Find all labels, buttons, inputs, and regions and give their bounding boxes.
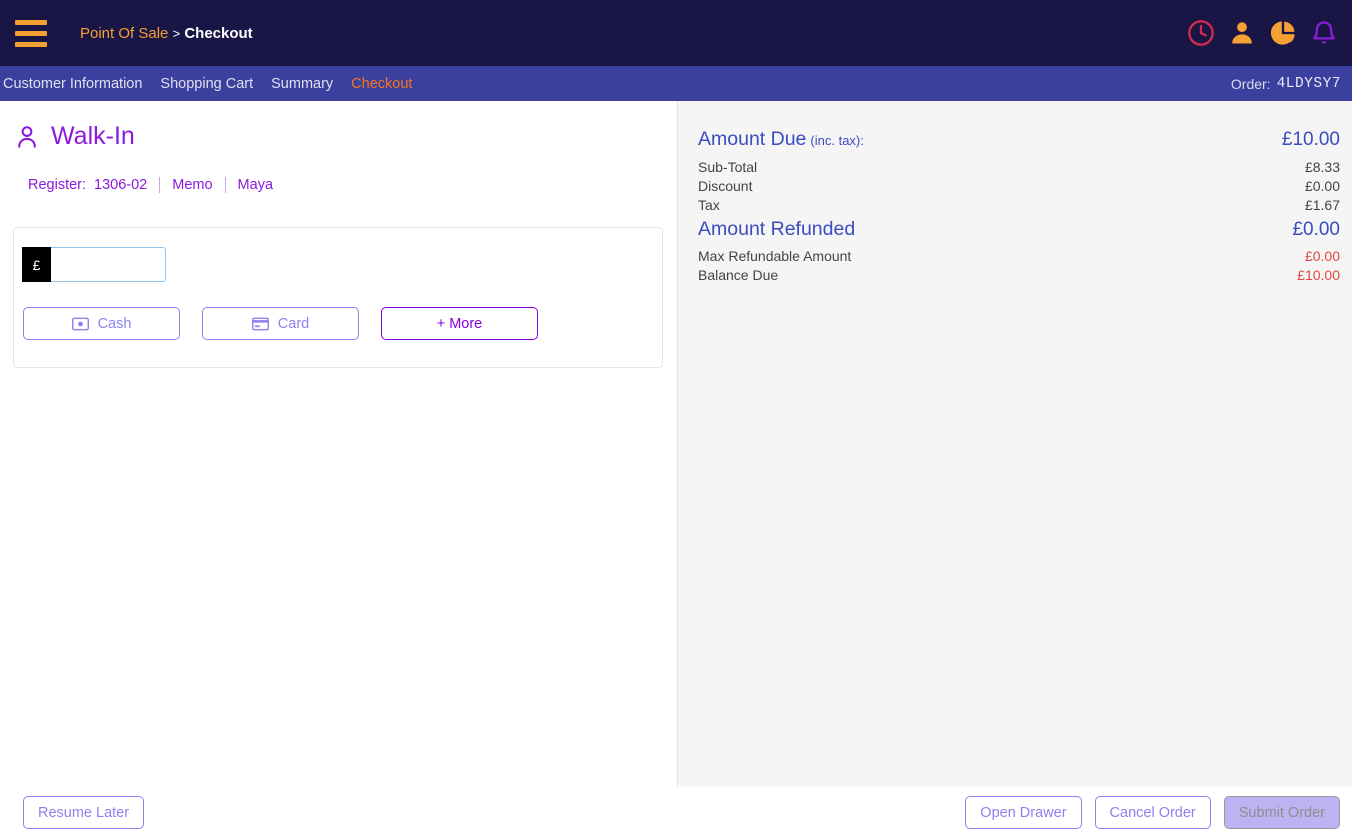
banknote-icon [71, 317, 89, 330]
discount-value: £0.00 [1304, 178, 1340, 194]
payment-method-buttons: Cash Card + More [23, 307, 538, 340]
clock-icon[interactable] [1187, 19, 1215, 47]
card-button-label: Card [277, 315, 310, 332]
hamburger-bar [15, 41, 47, 47]
breadcrumb: Point Of Sale > Checkout [80, 25, 253, 42]
payment-amount-input[interactable] [51, 247, 166, 282]
amount-input-group: £ [22, 247, 166, 282]
cash-payment-button[interactable]: Cash [23, 307, 180, 340]
top-bar: Point Of Sale > Checkout [0, 0, 1352, 66]
nav-shopping-cart[interactable]: Shopping Cart [160, 76, 253, 92]
nav-summary[interactable]: Summary [271, 76, 333, 92]
user-icon[interactable] [1228, 19, 1256, 47]
order-reference: Order: 4LDYSY7 [1231, 66, 1341, 101]
hamburger-icon[interactable] [15, 16, 47, 50]
payment-entry-card: £ Cash Card + More [13, 227, 663, 368]
cashier-link[interactable]: Maya [238, 177, 273, 193]
sub-total-row: Sub-Total £8.33 [698, 159, 1340, 175]
more-button-label: + More [436, 315, 483, 332]
cash-button-label: Cash [97, 315, 132, 332]
footer-left-actions: Resume Later [23, 796, 145, 829]
sub-total-value: £8.33 [1304, 159, 1340, 175]
hamburger-bar [15, 30, 47, 36]
pie-chart-icon[interactable] [1269, 19, 1297, 47]
credit-card-icon [251, 317, 269, 330]
balance-due-label: Balance Due [698, 267, 779, 283]
nav-checkout[interactable]: Checkout [351, 76, 412, 92]
max-refundable-row: Max Refundable Amount £0.00 [698, 248, 1340, 264]
breadcrumb-separator: > [172, 25, 181, 41]
balance-due-row: Balance Due £10.00 [698, 267, 1340, 283]
amount-due-note: (inc. tax): [810, 133, 864, 148]
footer-action-bar: Resume Later Open Drawer Cancel Order Su… [0, 787, 1352, 837]
tax-label: Tax [698, 197, 720, 213]
max-refundable-label: Max Refundable Amount [698, 248, 852, 264]
amount-due-label-group: Amount Due (inc. tax): [698, 128, 864, 151]
footer-right-actions: Open Drawer Cancel Order Submit Order [965, 796, 1340, 829]
cancel-order-button[interactable]: Cancel Order [1094, 796, 1211, 829]
amount-due-label: Amount Due [698, 128, 807, 150]
customer-header: Walk-In [14, 122, 135, 151]
divider [159, 177, 161, 193]
resume-later-button[interactable]: Resume Later [23, 796, 145, 829]
register-info: Register: 1306-02 Memo Maya [28, 177, 273, 193]
amount-due-row: Amount Due (inc. tax): £10.00 [698, 128, 1340, 151]
nav-customer-information[interactable]: Customer Information [3, 76, 142, 92]
bell-icon[interactable] [1310, 19, 1338, 47]
order-code: 4LDYSY7 [1276, 75, 1341, 92]
memo-link[interactable]: Memo [172, 177, 212, 193]
card-payment-button[interactable]: Card [202, 307, 359, 340]
more-payment-methods-button[interactable]: + More [381, 307, 538, 340]
currency-symbol: £ [22, 247, 51, 282]
top-bar-icons [1187, 0, 1338, 66]
tax-row: Tax £1.67 [698, 197, 1340, 213]
sub-total-label: Sub-Total [698, 159, 758, 175]
order-totals-panel: Amount Due (inc. tax): £10.00 Sub-Total £… [677, 101, 1352, 787]
discount-label: Discount [698, 178, 753, 194]
breadcrumb-current: Checkout [184, 24, 253, 42]
tax-value: £1.67 [1304, 197, 1340, 213]
checkout-step-nav: Customer Information Shopping Cart Summa… [0, 66, 1352, 101]
divider [224, 177, 226, 193]
customer-name: Walk-In [51, 122, 135, 150]
breadcrumb-root[interactable]: Point Of Sale [80, 25, 168, 42]
amount-refunded-label: Amount Refunded [698, 218, 856, 240]
order-label-text: Order: [1230, 75, 1271, 92]
amount-refunded-value: £0.00 [1292, 219, 1340, 240]
submit-order-button: Submit Order [1223, 796, 1340, 829]
person-icon [18, 125, 36, 148]
hamburger-bar [15, 19, 47, 25]
discount-row: Discount £0.00 [698, 178, 1340, 194]
register-value: 1306-02 [94, 177, 148, 193]
open-drawer-button[interactable]: Open Drawer [965, 796, 1082, 829]
amount-refunded-row: Amount Refunded £0.00 [698, 218, 1340, 241]
register-label: Register: [28, 177, 87, 193]
amount-due-value: £10.00 [1281, 129, 1340, 150]
max-refundable-value: £0.00 [1304, 248, 1340, 264]
balance-due-value: £10.00 [1297, 267, 1340, 283]
checkout-left-pane: Walk-In Register: 1306-02 Memo Maya £ Ca… [0, 101, 677, 787]
